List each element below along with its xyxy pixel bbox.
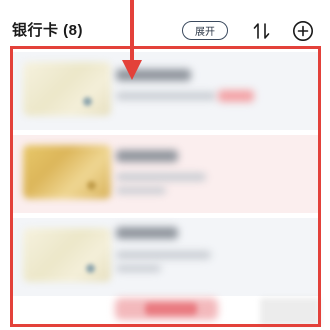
card-thumbnail xyxy=(23,62,111,116)
bank-card-item[interactable] xyxy=(13,135,318,213)
card-logo-icon xyxy=(83,97,92,106)
card-logo-icon xyxy=(86,264,95,273)
page-title: 银行卡 (8) xyxy=(12,22,84,39)
add-circle-icon[interactable] xyxy=(292,20,314,42)
header: 银行卡 (8) 展开 xyxy=(0,0,330,48)
card-detail xyxy=(116,265,161,272)
watermark xyxy=(260,298,320,326)
card-bank-name xyxy=(116,69,191,81)
card-detail xyxy=(116,187,166,194)
card-number xyxy=(116,92,216,100)
card-bank-name xyxy=(116,150,178,162)
bank-card-item[interactable] xyxy=(13,52,318,130)
sort-icon[interactable] xyxy=(252,21,272,41)
card-bank-name xyxy=(116,227,178,239)
card-action-chip[interactable] xyxy=(145,303,197,315)
card-logo-icon xyxy=(87,181,96,190)
bank-card-screen: 银行卡 (8) 展开 xyxy=(0,0,330,330)
card-thumbnail xyxy=(23,228,111,282)
card-number xyxy=(116,251,211,259)
card-number xyxy=(116,173,206,181)
bank-card-item[interactable] xyxy=(13,218,318,296)
card-tag xyxy=(218,90,254,102)
expand-button[interactable]: 展开 xyxy=(182,21,228,40)
card-thumbnail xyxy=(23,145,111,199)
